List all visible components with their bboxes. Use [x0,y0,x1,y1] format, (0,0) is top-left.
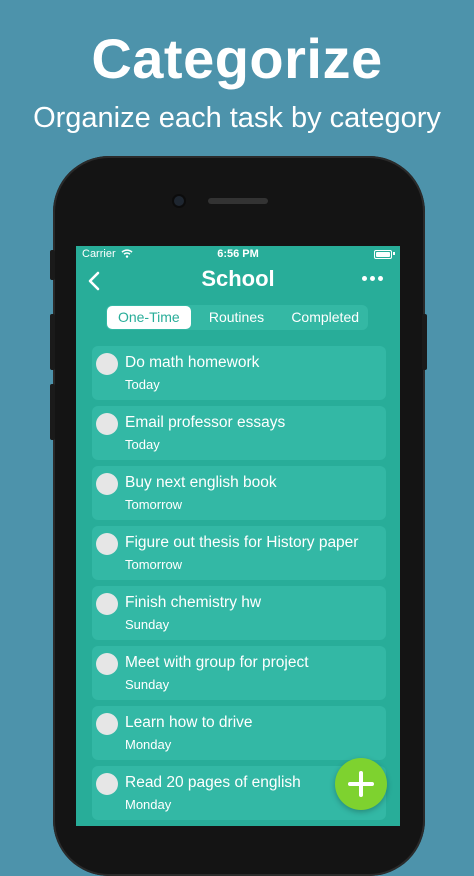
segmented-control: One-Time Routines Completed [106,305,368,330]
task-title: Finish chemistry hw [125,594,262,611]
nav-title: School [201,266,275,291]
ellipsis-icon[interactable] [362,276,386,286]
task-due: Today [125,437,160,452]
task-checkbox[interactable] [96,533,118,555]
task-checkbox[interactable] [96,713,118,735]
task-title: Email professor essays [125,414,286,431]
task-due: Tomorrow [125,557,183,572]
task-title: Do math homework [125,354,260,371]
task-checkbox[interactable] [96,593,118,615]
phone-volume-down [50,384,55,440]
task-row[interactable]: Buy next english book Tomorrow [92,466,386,520]
task-title: Meet with group for project [125,654,309,671]
task-row[interactable]: Learn how to drive Monday [92,706,386,760]
task-checkbox[interactable] [96,353,118,375]
task-due: Monday [125,737,172,752]
task-title: Buy next english book [125,474,277,491]
tab-one-time[interactable]: One-Time [107,306,191,329]
task-row[interactable]: Finish chemistry hw Sunday [92,586,386,640]
status-bar: Carrier 6:56 PM [76,246,400,262]
task-due: Tomorrow [125,497,183,512]
task-checkbox[interactable] [96,773,118,795]
add-task-button[interactable] [335,758,387,810]
phone-volume-up [50,314,55,370]
camera-icon [174,196,184,206]
task-row[interactable]: Do math homework Today [92,346,386,400]
task-checkbox[interactable] [96,653,118,675]
phone-mute-switch [50,250,55,280]
speaker-grille [208,198,268,204]
task-due: Sunday [125,677,170,692]
task-row[interactable]: Meet with group for project Sunday [92,646,386,700]
task-title: Read 20 pages of english [125,774,301,791]
promo-title: Categorize [91,27,383,90]
task-list: Do math homework Today Email professor e… [92,346,386,826]
status-time: 6:56 PM [217,248,259,260]
battery-icon [374,250,392,259]
task-due: Monday [125,797,172,812]
task-title: Figure out thesis for History paper [125,534,359,551]
battery-tip [393,252,395,255]
promo-subtitle: Organize each task by category [33,102,441,134]
task-title: Learn how to drive [125,714,253,731]
app-screen: Carrier 6:56 PM School One-Time Routines… [76,246,400,826]
task-row[interactable]: Email professor essays Today [92,406,386,460]
task-row[interactable]: Figure out thesis for History paper Tomo… [92,526,386,580]
task-checkbox[interactable] [96,473,118,495]
tab-completed[interactable]: Completed [282,306,368,329]
tab-routines[interactable]: Routines [191,306,283,329]
task-due: Sunday [125,617,170,632]
task-due: Today [125,377,160,392]
phone-power-button [422,314,427,370]
task-checkbox[interactable] [96,413,118,435]
